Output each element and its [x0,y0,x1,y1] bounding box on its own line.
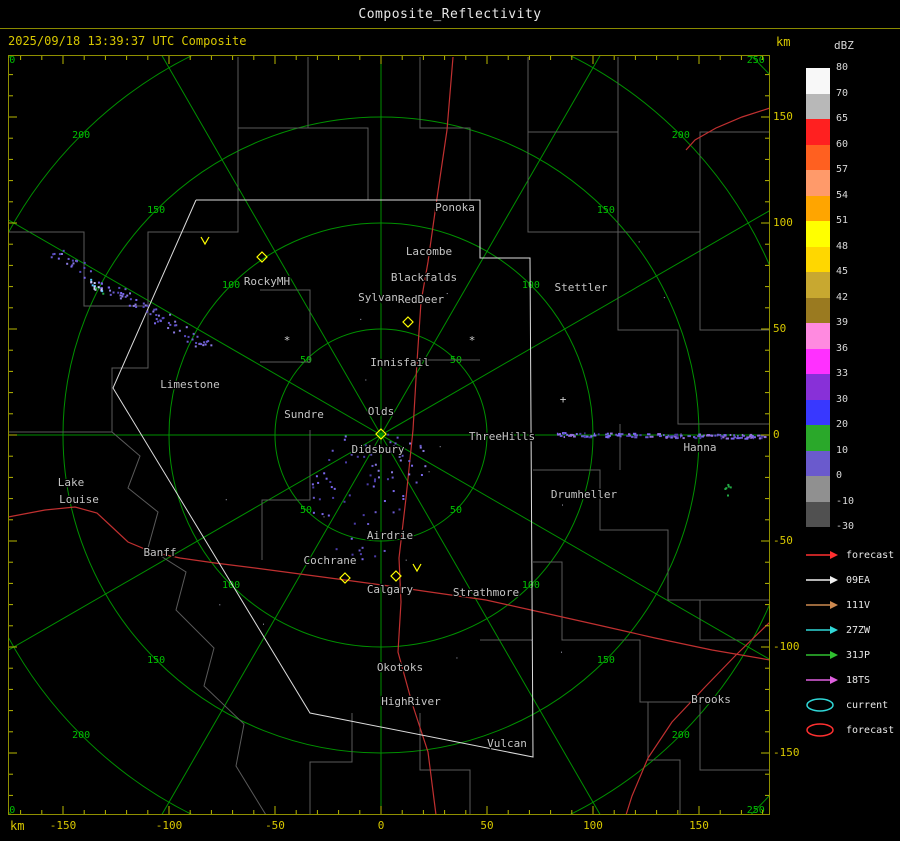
range-ring-label: 200 [72,730,90,741]
range-ring-label: 100 [522,580,540,591]
city-label: Okotoks [377,661,423,674]
city-label: RedDeer [398,293,445,306]
city-label: Lacombe [406,245,452,258]
range-ring-label: 50 [300,505,312,516]
city-label: Vulcan [487,737,527,750]
city-label: Olds [368,405,395,418]
range-ring-label: 250 [0,55,15,66]
city-label: Ponoka [435,201,475,214]
radar-map: 50 5050 50100 100100 100150 150150 150200 20020… [0,55,770,815]
range-ring-label: 150 [147,655,165,666]
city-label: HighRiver [381,695,441,708]
city-label: Calgary [367,583,414,596]
radar-window: Composite_Reflectivity 2025/09/18 13:39:… [0,0,900,841]
site-diamond-icon [402,316,414,328]
city-label: Sylvan [358,291,398,304]
range-ring-label: 200 [672,730,690,741]
city-label: Stettler [555,281,608,294]
city-label: Cochrane [304,554,357,567]
city-label: Didsbury [352,443,405,456]
city-label: Airdrie [367,529,413,542]
range-ring-label: 200 [672,130,690,141]
range-ring-label: 100 [522,280,540,291]
city-label: Lake [58,476,85,489]
range-ring-label: 50 [450,355,462,366]
city-label: Blackfalds [391,271,457,284]
city-label: Strathmore [453,586,519,599]
range-ring-label: 100 [222,280,240,291]
city-label: RockyMH [244,275,290,288]
km-unit-bottom: km [10,819,25,833]
city-label: Banff [143,546,176,559]
map-mark: * [284,334,291,347]
city-label: Limestone [160,378,220,391]
city-label: ThreeHills [469,430,535,443]
caret-marker-icon [200,236,210,246]
map-mark: * [469,334,476,347]
range-ring-label: 250 [747,55,765,66]
city-label: Brooks [691,693,731,706]
city-label: Innisfail [370,356,430,369]
city-label: Drumheller [551,488,618,501]
site-diamond-icon [339,572,351,584]
coverage-outline [112,199,534,758]
range-ring-label: 50 [450,505,462,516]
city-label: Sundre [284,408,324,421]
range-ring-label: 100 [222,580,240,591]
range-ring-label: 200 [72,130,90,141]
range-ring-label: 150 [147,205,165,216]
range-ring-label: 150 [597,205,615,216]
map-layers: 50 5050 50100 100100 100150 150150 150200 20020… [0,55,770,815]
city-label: Louise [59,493,99,506]
map-mark: + [560,393,567,406]
caret-marker-icon [412,563,422,573]
city-label: Hanna [683,441,716,454]
range-ring-label: 150 [597,655,615,666]
polar-grid [8,55,770,815]
